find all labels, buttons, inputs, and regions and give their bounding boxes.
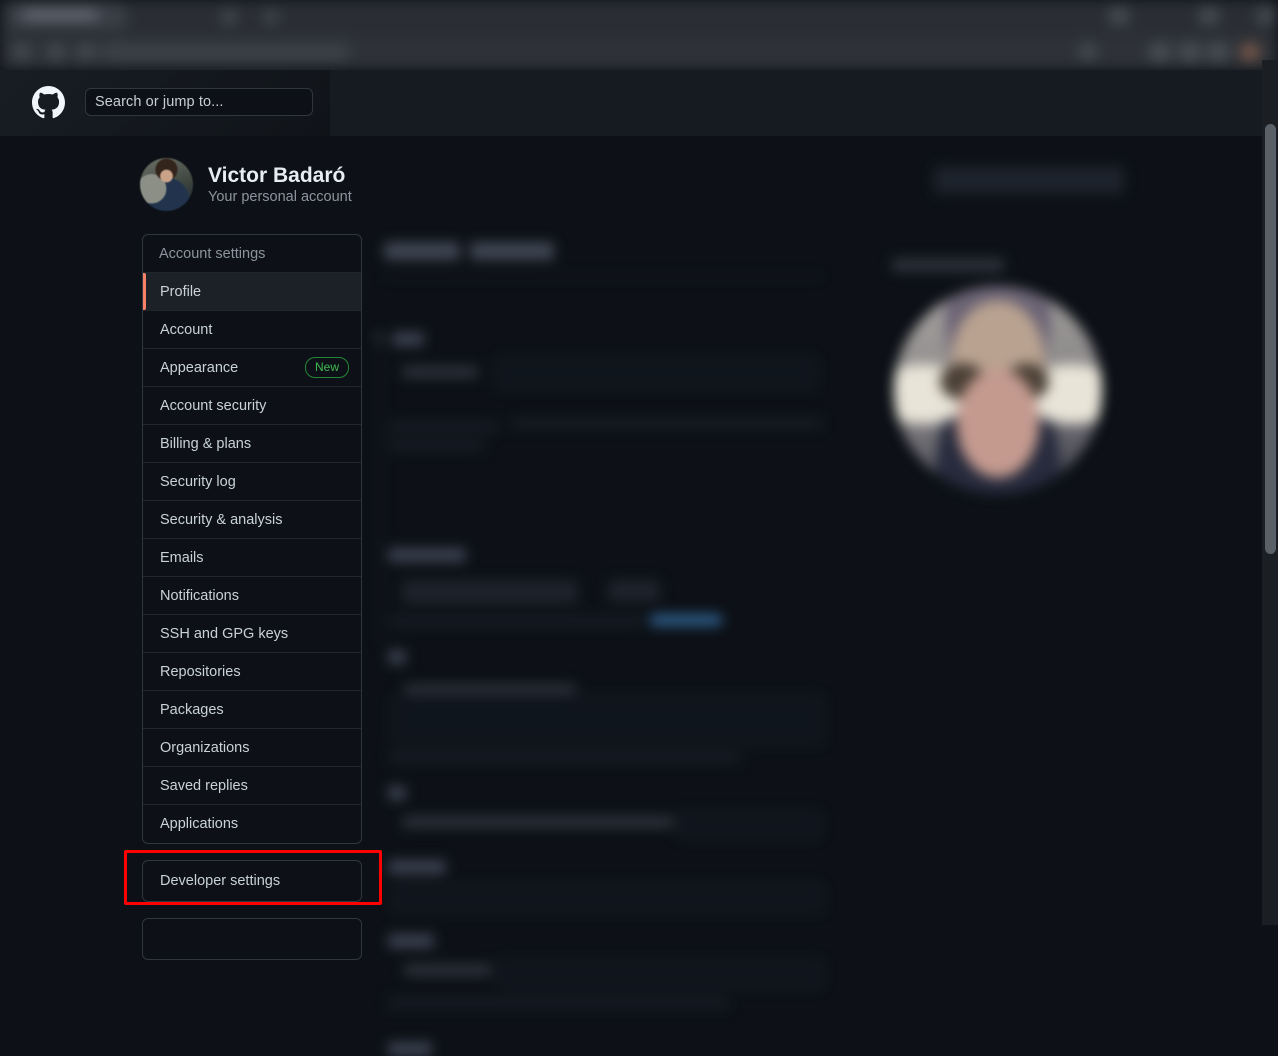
- sidebar-item-repositories[interactable]: Repositories: [143, 653, 361, 691]
- sidebar-item-label: Applications: [160, 816, 239, 832]
- sidebar-item-appearance[interactable]: Appearance New: [143, 349, 361, 387]
- profile-icon[interactable]: [1180, 43, 1200, 61]
- browser-menu-icon[interactable]: [1208, 43, 1228, 61]
- avatar[interactable]: [140, 158, 193, 211]
- sidebar-item-label: Appearance: [160, 359, 239, 376]
- browser-chrome: [0, 0, 1278, 70]
- sidebar-item-security-log[interactable]: Security log: [143, 463, 361, 501]
- sidebar-item-label: Account: [160, 321, 213, 338]
- company-input[interactable]: [498, 960, 822, 988]
- sidebar-item-label: Organizations: [160, 739, 250, 756]
- sidebar-item-label: Emails: [160, 549, 204, 566]
- back-button[interactable]: [14, 45, 30, 59]
- sidebar-item-account[interactable]: Account: [143, 311, 361, 349]
- company-help: [388, 998, 728, 1008]
- sidebar-item-label: Developer settings: [160, 873, 281, 889]
- page-scrollbar-thumb[interactable]: [1265, 124, 1276, 554]
- sidebar-item-label: Packages: [160, 701, 224, 718]
- sidebar-item-billing-plans[interactable]: Billing & plans: [143, 425, 361, 463]
- sidebar-item-label: Repositories: [160, 663, 241, 680]
- sidebar-item-label: Saved replies: [160, 777, 248, 794]
- settings-menu-group: Account settings Profile Account Appeara…: [142, 234, 362, 844]
- sidebar-item-label: Profile: [160, 283, 202, 300]
- sidebar-item-profile[interactable]: Profile: [143, 273, 361, 311]
- page-body: Victor Badaró Your personal account Acco…: [0, 136, 1262, 960]
- sidebar-item-label: Account security: [160, 397, 267, 414]
- browser-tab-title: [22, 10, 98, 19]
- browser-account-avatar[interactable]: [1240, 43, 1260, 61]
- sidebar-item-label: Security & analysis: [160, 511, 283, 528]
- profile-header: Victor Badaró Your personal account: [140, 158, 352, 211]
- new-badge: New: [304, 356, 349, 379]
- sidebar-item-emails[interactable]: Emails: [143, 539, 361, 577]
- sidebar-heading: Account settings: [143, 235, 361, 273]
- sidebar-item-notifications[interactable]: Notifications: [143, 577, 361, 615]
- search-placeholder: Search or jump to...: [95, 94, 224, 110]
- sidebar-item-label: Billing & plans: [160, 435, 252, 452]
- minimize-button[interactable]: [1110, 8, 1128, 24]
- sidebar-item-label: Security log: [160, 473, 236, 490]
- company-sublabel: [404, 964, 492, 976]
- sidebar-item-ssh-gpg-keys[interactable]: SSH and GPG keys: [143, 615, 361, 653]
- new-tab-button[interactable]: [265, 11, 277, 23]
- sidebar-item-security-analysis[interactable]: Security & analysis: [143, 501, 361, 539]
- address-bar[interactable]: [100, 44, 350, 60]
- tab-close-icon[interactable]: [222, 10, 236, 24]
- github-logo-icon[interactable]: [32, 86, 65, 119]
- sidebar-item-label: SSH and GPG keys: [160, 625, 289, 642]
- extensions-icon[interactable]: [1080, 45, 1096, 59]
- sidebar-item-account-security[interactable]: Account security: [143, 387, 361, 425]
- close-window-button[interactable]: [1258, 8, 1274, 24]
- sidebar-item-saved-replies[interactable]: Saved replies: [143, 767, 361, 805]
- reload-button[interactable]: [78, 45, 94, 59]
- bookmark-icon[interactable]: [1150, 43, 1170, 61]
- search-input[interactable]: Search or jump to...: [85, 88, 313, 116]
- location-label: [388, 1042, 432, 1056]
- forward-button[interactable]: [48, 45, 64, 59]
- developer-settings-group: Developer settings: [142, 860, 362, 902]
- sidebar-item-organizations[interactable]: Organizations: [143, 729, 361, 767]
- sidebar-item-developer-settings[interactable]: Developer settings: [143, 861, 361, 901]
- page-title: Victor Badaró: [208, 163, 346, 187]
- extra-settings-group: [142, 918, 362, 960]
- page-scrollbar-track[interactable]: [1262, 60, 1278, 925]
- maximize-button[interactable]: [1200, 8, 1218, 24]
- settings-sidebar: Account settings Profile Account Appeara…: [142, 234, 362, 960]
- sidebar-item-extra[interactable]: [143, 919, 361, 959]
- sidebar-item-applications[interactable]: Applications: [143, 805, 361, 843]
- profile-subtitle: Your personal account: [208, 189, 352, 206]
- sidebar-item-label: Notifications: [160, 587, 239, 604]
- company-label: [388, 934, 434, 948]
- sidebar-heading-label: Account settings: [159, 245, 266, 262]
- sidebar-item-packages[interactable]: Packages: [143, 691, 361, 729]
